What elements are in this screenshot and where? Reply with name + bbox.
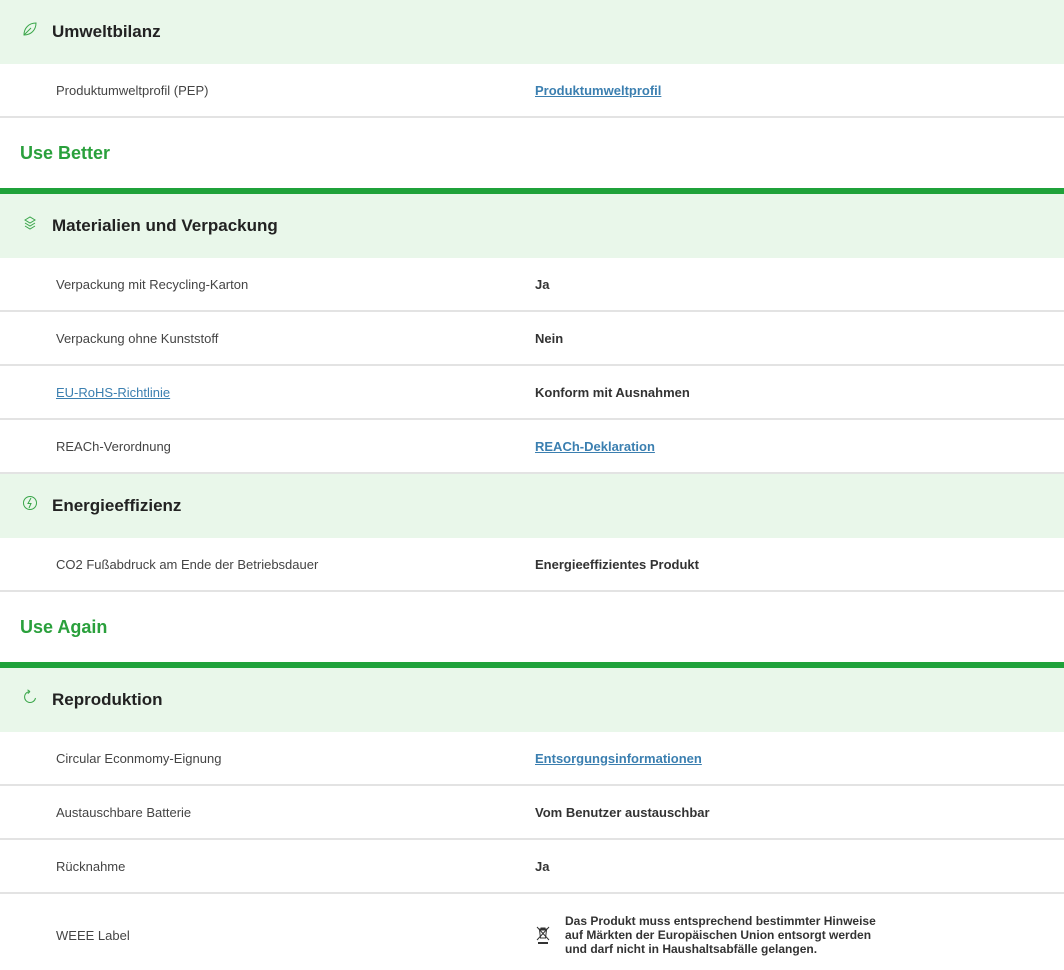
table-row: Rücknahme Ja — [0, 840, 1064, 894]
row-label: Verpackung ohne Kunststoff — [56, 330, 219, 346]
category-header-umweltbilanz: Umweltbilanz — [0, 0, 1064, 64]
row-label: Austauschbare Batterie — [56, 804, 192, 820]
weee-text: Das Produkt muss entsprechend bestimmter… — [565, 914, 876, 956]
section-title-use-better: Use Better — [0, 118, 1064, 194]
row-label: CO2 Fußabdruck am Ende der Betriebsdauer — [56, 556, 319, 572]
row-label: Produktumweltprofil (PEP) — [56, 82, 209, 98]
category-header-energie: Energieeffizienz — [0, 474, 1064, 538]
table-row: WEEE Label Das Produkt muss entsprechend… — [0, 894, 1064, 970]
leaf-icon — [22, 21, 38, 37]
disposal-info-link[interactable]: Entsorgungsinformationen — [535, 751, 702, 766]
category-title: Materialien und Verpackung — [52, 216, 278, 235]
row-value: Ja — [535, 858, 550, 874]
row-label: REACh-Verordnung — [56, 438, 171, 454]
section-title-use-again: Use Again — [0, 592, 1064, 668]
row-value: Ja — [535, 276, 550, 292]
row-value: Energieeffizientes Produkt — [535, 556, 699, 572]
category-header-materialien: Materialien und Verpackung — [0, 194, 1064, 258]
cycle-icon — [22, 689, 38, 705]
row-label: Circular Econmomy-Eignung — [56, 750, 222, 766]
row-label: Verpackung mit Recycling-Karton — [56, 276, 249, 292]
category-title: Umweltbilanz — [52, 22, 161, 41]
row-value: Vom Benutzer austauschbar — [535, 804, 710, 820]
table-row: Circular Econmomy-Eignung Entsorgungsinf… — [0, 732, 1064, 786]
layers-icon — [22, 215, 38, 231]
table-row: Austauschbare Batterie Vom Benutzer aust… — [0, 786, 1064, 840]
category-title: Reproduktion — [52, 690, 163, 709]
row-value: Konform mit Ausnahmen — [535, 384, 690, 400]
row-value: Nein — [535, 330, 564, 346]
table-row: EU-RoHS-Richtlinie Konform mit Ausnahmen — [0, 366, 1064, 420]
table-row: Produktumweltprofil (PEP) Produktumweltp… — [0, 64, 1064, 118]
weee-value: Das Produkt muss entsprechend bestimmter… — [535, 914, 1064, 956]
table-row: REACh-Verordnung REACh-Deklaration — [0, 420, 1064, 474]
rohs-link[interactable]: EU-RoHS-Richtlinie — [56, 385, 170, 400]
table-row: Verpackung ohne Kunststoff Nein — [0, 312, 1064, 366]
row-label: Rücknahme — [56, 858, 126, 874]
pep-link[interactable]: Produktumweltprofil — [535, 83, 661, 98]
energy-icon — [22, 495, 38, 511]
table-row: Verpackung mit Recycling-Karton Ja — [0, 258, 1064, 312]
category-title: Energieeffizienz — [52, 496, 182, 515]
table-row: CO2 Fußabdruck am Ende der Betriebsdauer… — [0, 538, 1064, 592]
category-header-reproduktion: Reproduktion — [0, 668, 1064, 732]
crossed-bin-icon — [535, 925, 551, 945]
reach-link[interactable]: REACh-Deklaration — [535, 439, 655, 454]
row-label: WEEE Label — [56, 927, 130, 943]
